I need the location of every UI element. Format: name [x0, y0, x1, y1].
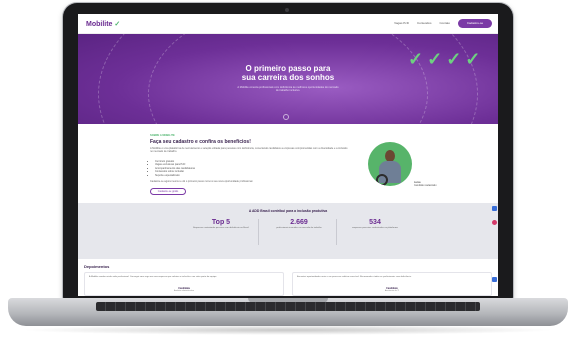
nav-links: Vagas PcD Conteúdos Contato: [394, 21, 450, 25]
stats-title: A ADD Brasil contribui para a inclusão p…: [248, 209, 328, 213]
benefits-list: Currículo gratuito Vagas exclusivas para…: [152, 160, 195, 177]
site-logo[interactable]: Mobilite ✓: [86, 20, 120, 28]
register-free-button[interactable]: Cadastre-se grátis: [150, 188, 186, 195]
hero-subtitle: A Mobilite conecta profissionais com def…: [237, 86, 339, 93]
check-icon: ✓: [408, 49, 424, 69]
site-header: Mobilite ✓ Vagas PcD Conteúdos Contato C…: [78, 14, 498, 34]
list-item: Suporte especializado: [155, 174, 195, 177]
stat-item: 2.669 profissionais inseridos no mercado…: [264, 219, 334, 230]
hero-title-line: O primeiro passo para: [245, 64, 331, 73]
check-icon: ✓: [465, 49, 481, 69]
hero-checkmarks: ✓ ✓ ✓ ✓: [408, 50, 480, 68]
about-paragraph-2: Cadastre-se agora mesmo e dê o primeiro …: [150, 180, 253, 183]
section-eyebrow: SOBRE A MOBILITE: [150, 134, 175, 137]
laptop-lid: Mobilite ✓ Vagas PcD Conteúdos Contato C…: [63, 3, 513, 301]
stat-label: profissionais inseridos no mercado de tr…: [276, 227, 322, 229]
logo-check-icon: ✓: [114, 21, 121, 28]
section-title: Faça seu cadastro e confira os benefício…: [150, 139, 251, 145]
testimonial-text: A Mobilite mudou minha vida profissional…: [89, 276, 217, 278]
testimonial-role: Analista administrativa: [173, 290, 194, 292]
hero-banner: O primeiro passo para sua carreira dos s…: [78, 34, 498, 124]
webcam: [285, 8, 289, 12]
laptop-shadow: [20, 325, 556, 335]
stat-item: Top 5 Empresas contratando pessoas com d…: [186, 219, 256, 230]
nav-link-conteudos[interactable]: Conteúdos: [417, 21, 432, 25]
stat-divider: [336, 219, 337, 245]
stat-value: 2.669: [290, 219, 308, 226]
candidate-photo: [368, 142, 412, 186]
stat-divider: [258, 219, 259, 245]
notification-dot-icon: [492, 220, 497, 225]
check-icon: ✓: [446, 49, 462, 69]
about-section: SOBRE A MOBILITE Faça seu cadastro e con…: [78, 124, 498, 204]
laptop-screen: Mobilite ✓ Vagas PcD Conteúdos Contato C…: [78, 14, 498, 296]
nav-link-contato[interactable]: Contato: [439, 21, 450, 25]
stat-value: Top 5: [211, 219, 231, 226]
check-icon: ✓: [427, 49, 443, 69]
accessibility-widget-icon[interactable]: [492, 206, 497, 211]
stat-label: Empresas contratando pessoas com deficiê…: [193, 227, 249, 229]
testimonials-title: Depoimentos: [84, 264, 110, 269]
stat-value: 534: [369, 219, 381, 226]
photo-caption: Lucas Candidato cadastrado: [414, 182, 436, 188]
chat-widget-icon[interactable]: [492, 277, 497, 282]
hero-title: O primeiro passo para sua carreira dos s…: [228, 64, 348, 82]
hero-title-line: sua carreira dos sonhos: [241, 73, 335, 82]
testimonial-card: Encontrei oportunidades reais e um proce…: [292, 272, 492, 296]
testimonial-role: Assistente de TI: [384, 290, 400, 292]
wheelchair-wheel: [376, 174, 388, 186]
testimonials-section: Depoimentos A Mobilite mudou minha vida …: [78, 259, 498, 296]
logo-text: Mobilite: [86, 21, 113, 28]
testimonial-card: A Mobilite mudou minha vida profissional…: [84, 272, 284, 296]
stat-item: 534 empresas parceiras cadastradas na pl…: [340, 219, 410, 230]
nav-link-vagas[interactable]: Vagas PcD: [394, 21, 409, 25]
scroll-down-icon[interactable]: [283, 114, 289, 120]
testimonial-text: Encontrei oportunidades reais e um proce…: [297, 276, 412, 278]
caption-role: Candidato cadastrado: [414, 185, 437, 187]
stats-band: A ADD Brasil contribui para a inclusão p…: [78, 203, 498, 259]
laptop-keyboard: [96, 302, 480, 311]
stat-label: empresas parceiras cadastradas na plataf…: [352, 227, 398, 229]
signup-button[interactable]: Cadastre-se: [458, 19, 492, 28]
about-paragraph: A Mobilite é uma plataforma de recrutame…: [150, 147, 348, 154]
